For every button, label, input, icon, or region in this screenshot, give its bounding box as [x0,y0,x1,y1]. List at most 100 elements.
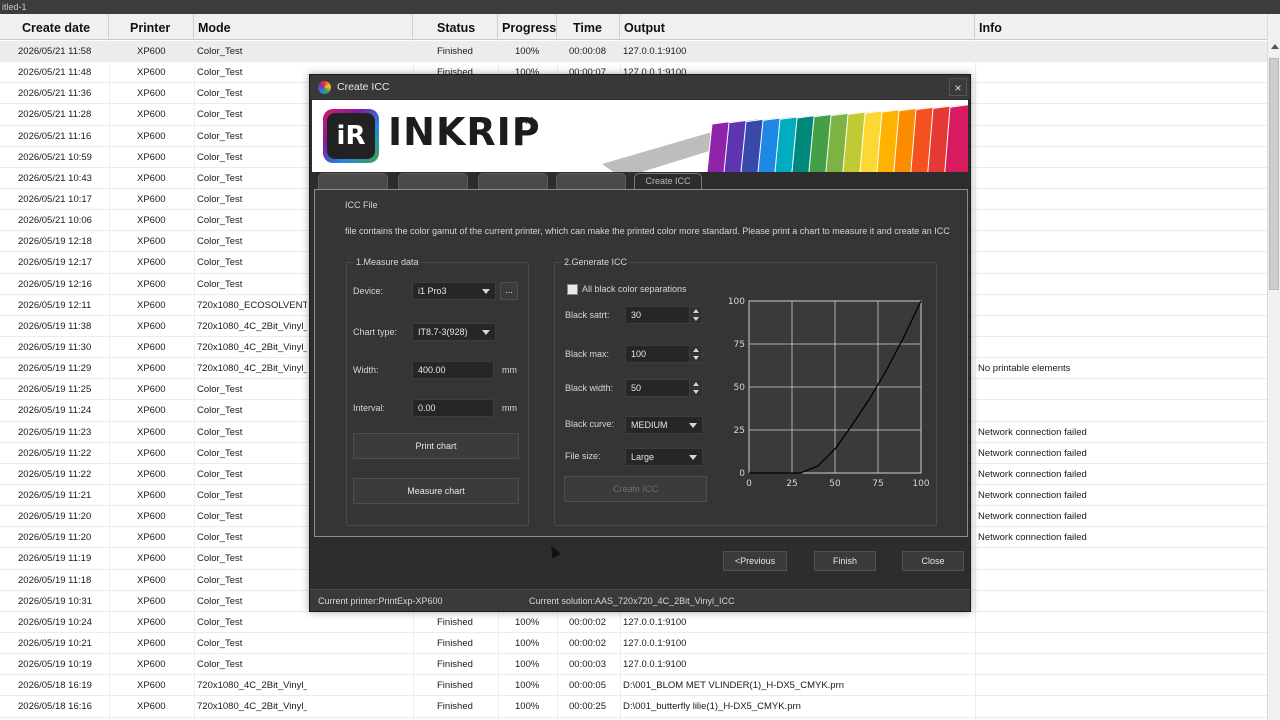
cell-mode: Color_Test [197,88,243,100]
cell-info [978,316,1263,337]
cell-info [978,126,1263,147]
chart-type-select[interactable]: IT8.7-3(928) [412,323,496,341]
col-mode[interactable]: Mode [194,14,413,40]
cell-info [978,591,1263,612]
y-tick-label: 75 [734,340,745,350]
black-max-value: 100 [631,349,647,359]
tab-1[interactable] [318,173,388,189]
cell-info [978,654,1263,675]
cell-time: 00:00:05 [569,680,606,692]
tab-2[interactable] [398,173,468,189]
close-button[interactable]: Close [902,551,964,571]
current-printer: Current printer:PrintExp-XP600 [318,596,443,606]
cell-mode: Color_Test [197,574,243,586]
cell-mode: Color_Test [197,553,243,565]
col-progress[interactable]: Progress [498,14,557,40]
cell-printer: XP600 [137,46,166,57]
tab-3[interactable] [478,173,548,189]
cell-create-date: 2026/05/19 11:18 [18,574,92,586]
black-width-value: 50 [631,383,642,393]
tab-4[interactable] [556,173,626,189]
cell-output: 127.0.0.1:9100 [623,659,687,671]
cell-status: Finished [437,701,473,713]
y-tick-label: 50 [734,383,746,393]
cell-printer: XP600 [137,426,166,438]
col-create-date[interactable]: Create date [0,14,109,40]
col-printer[interactable]: Printer [109,14,194,40]
cell-printer: XP600 [137,405,166,417]
col-time[interactable]: Time [557,14,620,40]
cell-printer: XP600 [137,616,166,628]
table-row[interactable]: 2026/05/19 10:21 XP600 Color_Test Finished 1… [0,633,1267,655]
spin-down-icon[interactable] [689,315,702,323]
spin-down-icon[interactable] [689,388,702,396]
print-chart-button[interactable]: Print chart [353,433,519,459]
cell-output: D:\001_butterfly lilie(1)_H-DX5_CMYK.prn [623,701,801,713]
x-tick-label: 25 [786,479,797,487]
cell-progress: 100% [515,680,540,692]
col-info[interactable]: Info [975,14,1267,40]
spin-up-icon[interactable] [689,307,702,315]
spin-up-icon[interactable] [689,346,702,354]
black-start-spinbox[interactable]: 30 [625,306,703,324]
measure-data-title: 1.Measure data [354,257,421,267]
cell-info: Network connection failed [978,426,1087,438]
cell-info [978,104,1263,125]
scroll-thumb[interactable] [1269,58,1279,290]
col-output[interactable]: Output [620,14,975,40]
table-row[interactable]: 2026/05/18 16:19 XP600 720x1080_4C_2Bit_Vi… [0,675,1267,697]
close-icon[interactable]: × [949,78,967,96]
device-select[interactable]: i1 Pro3 [412,282,496,300]
current-solution: Current solution:AAS_720x720_4C_2Bit_Vin… [529,596,735,606]
width-input[interactable]: 400.00 [412,361,494,379]
finish-button[interactable]: Finish [814,551,876,571]
table-row[interactable]: 2026/05/19 10:19 XP600 Color_Test Finished 1… [0,654,1267,676]
cell-info [978,168,1263,189]
cell-create-date: 2026/05/21 11:16 [18,130,92,142]
table-row[interactable]: 2026/05/19 10:24 XP600 Color_Test Finished 1… [0,612,1267,633]
cell-info [978,189,1263,210]
tab-create-icc[interactable]: Create ICC [634,173,702,190]
x-tick-label: 100 [912,479,929,487]
file-size-select[interactable]: Large [625,448,703,466]
cell-printer: XP600 [137,447,166,459]
cell-printer: XP600 [137,659,166,671]
cell-mode: 720x1080_ECOSOLVENT_2 [197,299,307,311]
measure-chart-button[interactable]: Measure chart [353,478,519,504]
cell-printer: XP600 [137,278,166,290]
table-row[interactable]: 2026/05/21 11:58 XP600 Color_Test Finished 1… [0,41,1267,63]
cell-printer: XP600 [137,88,166,100]
scroll-up-icon[interactable] [1271,44,1279,49]
cell-printer: XP600 [137,109,166,121]
y-tick-label: 0 [739,469,745,479]
cell-create-date: 2026/05/19 12:18 [18,236,92,248]
interval-input[interactable]: 0.00 [412,399,494,417]
create-icc-panel: ICC File file contains the color gamut o… [314,189,968,537]
cell-info: Network connection failed [978,468,1087,480]
app-logo-icon [318,81,331,94]
vertical-scrollbar[interactable] [1267,14,1280,720]
cell-create-date: 2026/05/19 12:16 [18,278,92,290]
all-black-checkbox[interactable] [567,284,578,295]
spin-down-icon[interactable] [689,354,702,362]
spin-up-icon[interactable] [689,380,702,388]
col-status[interactable]: Status [413,14,498,40]
cell-printer: XP600 [137,257,166,269]
cell-info [978,400,1263,421]
cell-printer: XP600 [137,574,166,586]
table-row[interactable]: 2026/05/18 16:16 XP600 720x1080_4C_2Bit_Vi… [0,696,1267,718]
black-max-spinbox[interactable]: 100 [625,345,703,363]
cell-info [978,379,1263,400]
black-curve-select[interactable]: MEDIUM [625,416,703,434]
device-more-button[interactable]: ... [500,282,518,300]
cell-create-date: 2026/05/19 10:24 [18,616,92,628]
cell-info: No printable elements [978,363,1071,375]
cell-mode: Color_Test [197,595,243,607]
cell-info [978,612,1263,633]
cell-mode: Color_Test [197,257,243,269]
previous-button[interactable]: <Previous [723,551,787,571]
create-icc-button[interactable]: Create ICC [564,476,707,502]
black-width-spinbox[interactable]: 50 [625,379,703,397]
dialog-titlebar[interactable]: Create ICC × [310,75,970,99]
cell-info [978,274,1263,295]
